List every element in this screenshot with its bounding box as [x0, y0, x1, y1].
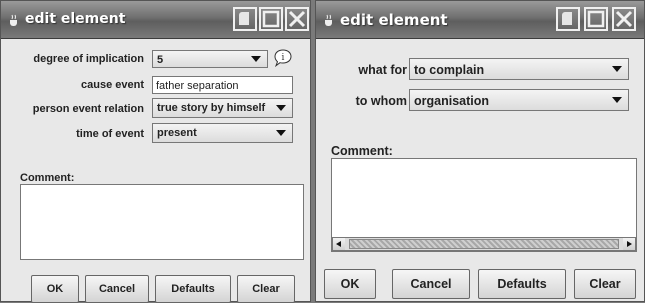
chevron-down-icon [276, 130, 286, 136]
minimize-icon [562, 12, 572, 25]
edit-element-window-left: edit element degree of implication 5 i c… [0, 0, 311, 303]
cause-event-label: cause event [81, 79, 144, 91]
person-event-relation-label: person event relation [32, 103, 144, 115]
arrow-left-icon [336, 241, 341, 247]
chevron-down-icon [612, 66, 622, 72]
to-whom-select[interactable]: organisation [409, 89, 629, 111]
scroll-right-button[interactable] [623, 238, 635, 250]
maximize-button[interactable] [584, 7, 608, 31]
window-title: edit element [25, 11, 126, 27]
info-bubble-icon[interactable]: i [272, 47, 294, 69]
chevron-down-icon [276, 105, 286, 111]
cancel-button[interactable]: Cancel [85, 275, 149, 303]
cancel-button[interactable]: Cancel [392, 269, 470, 299]
close-button[interactable] [285, 7, 309, 31]
close-icon [288, 10, 306, 28]
comment-label: Comment: [20, 172, 75, 184]
horizontal-scrollbar[interactable] [332, 237, 636, 251]
close-button[interactable] [612, 7, 636, 31]
clear-button[interactable]: Clear [237, 275, 295, 303]
chevron-down-icon [251, 56, 261, 62]
scrollbar-thumb[interactable] [349, 239, 619, 249]
minimize-icon [239, 12, 249, 25]
title-bar[interactable]: edit element [316, 1, 644, 39]
minimize-button[interactable] [556, 7, 580, 31]
person-event-relation-select[interactable]: true story by himself [152, 98, 293, 118]
what-for-label: what for [358, 63, 407, 77]
title-bar[interactable]: edit element [1, 1, 310, 39]
time-of-event-label: time of event [76, 128, 144, 140]
chevron-down-icon [612, 97, 622, 103]
comment-textarea[interactable] [331, 158, 637, 252]
java-cup-icon [325, 14, 332, 26]
scroll-left-button[interactable] [333, 238, 345, 250]
minimize-button[interactable] [233, 7, 257, 31]
degree-of-implication-label: degree of implication [33, 53, 144, 65]
ok-button[interactable]: OK [31, 275, 79, 303]
defaults-button[interactable]: Defaults [155, 275, 231, 303]
cause-event-field[interactable]: father separation [152, 76, 293, 94]
window-title: edit element [340, 11, 448, 29]
maximize-button[interactable] [259, 7, 283, 31]
time-of-event-select[interactable]: present [152, 123, 293, 143]
comment-label: Comment: [331, 144, 393, 158]
ok-button[interactable]: OK [324, 269, 376, 299]
degree-of-implication-select[interactable]: 5 [152, 50, 268, 68]
to-whom-label: to whom [355, 94, 407, 108]
clear-button[interactable]: Clear [574, 269, 636, 299]
svg-text:i: i [282, 53, 285, 63]
comment-textarea[interactable] [20, 184, 304, 260]
what-for-select[interactable]: to complain [409, 58, 629, 80]
edit-element-window-right: edit element what for to complain to who… [315, 0, 645, 302]
maximize-icon [587, 10, 605, 28]
arrow-right-icon [627, 241, 632, 247]
maximize-icon [262, 10, 280, 28]
close-icon [615, 10, 633, 28]
defaults-button[interactable]: Defaults [478, 269, 566, 299]
java-cup-icon [10, 14, 17, 26]
